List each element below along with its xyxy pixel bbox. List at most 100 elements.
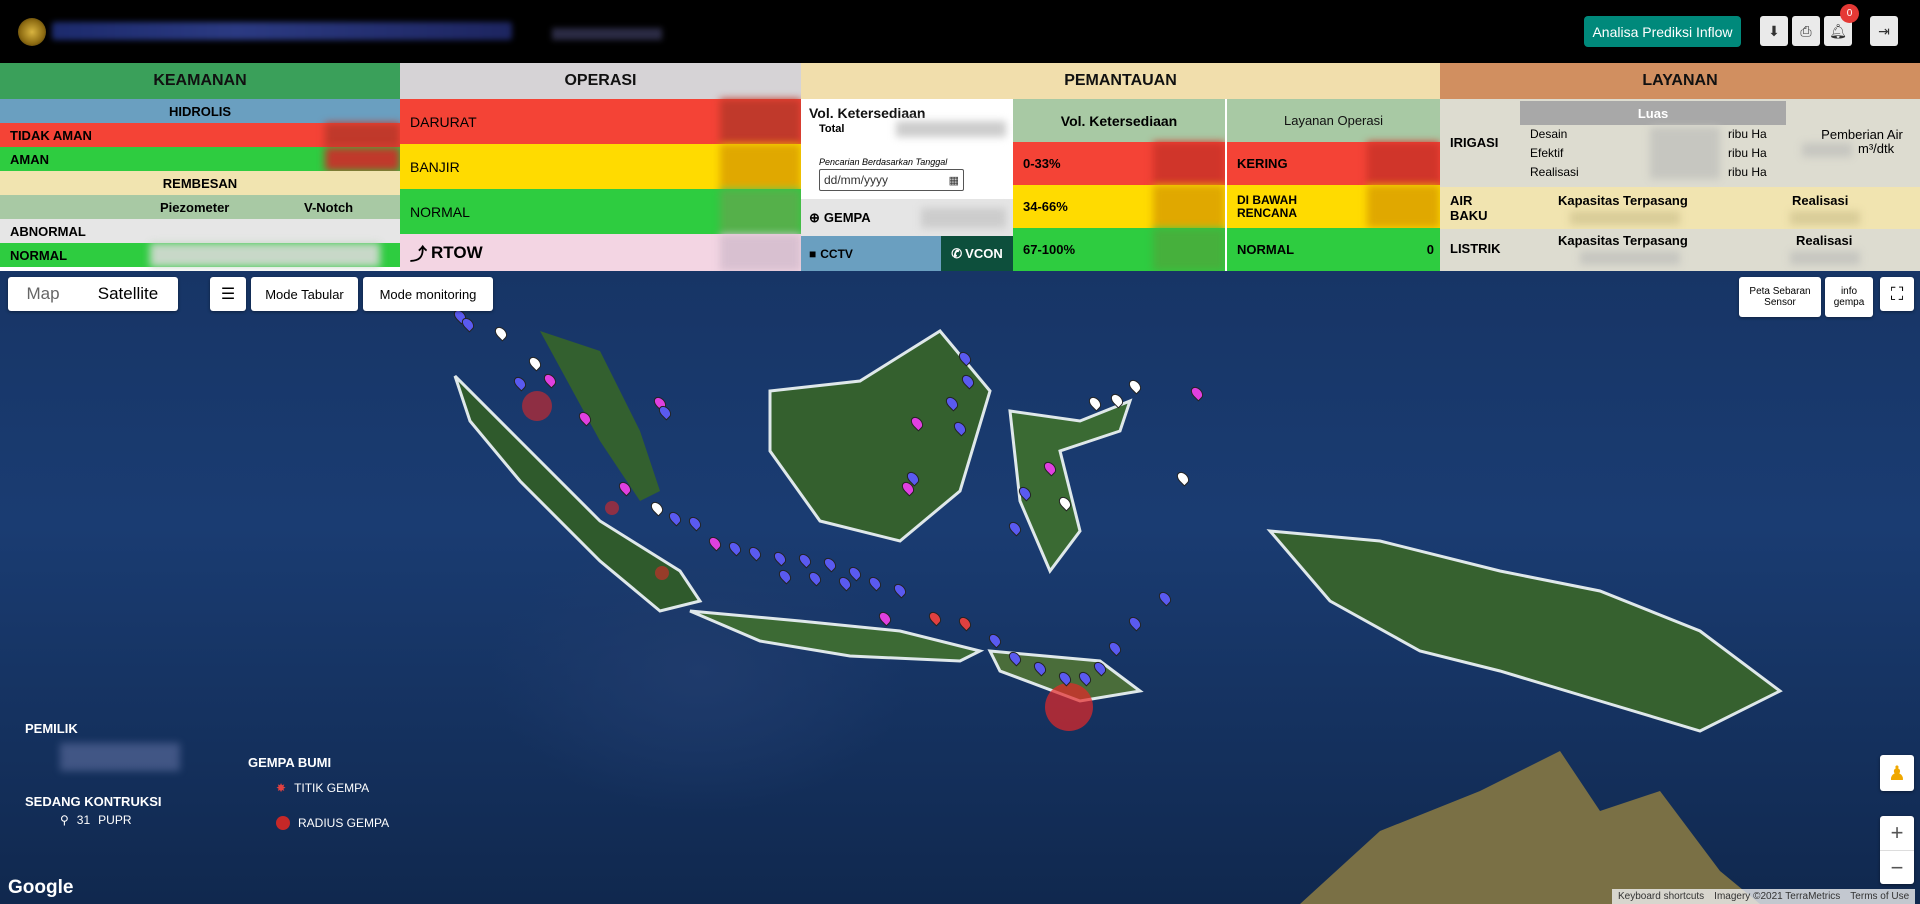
piezometer-label: Piezometer	[160, 199, 230, 215]
range-0-33-value	[1153, 142, 1225, 185]
gempa-row[interactable]: ⊕ GEMPA	[801, 199, 1013, 236]
operasi-panel: OPERASI DARURAT BANJIR NORMAL ⤴ RTOW	[400, 63, 801, 271]
di-bawah-row[interactable]: DI BAWAH RENCANA	[1227, 185, 1440, 228]
analisa-prediksi-inflow-button[interactable]: Analisa Prediksi Inflow	[1584, 16, 1741, 47]
map-area[interactable]: Map Satellite ☰ Mode Tabular Mode monito…	[0, 271, 1920, 904]
pin-icon: ⚲	[60, 813, 69, 827]
desain-label: Desain	[1530, 127, 1568, 141]
rtow-label: RTOW	[431, 242, 483, 262]
listrik-realisasi-label: Realisasi	[1796, 233, 1853, 248]
layanan-normal-row[interactable]: NORMAL 0	[1227, 228, 1440, 271]
realisasi-label: Realisasi	[1530, 165, 1579, 179]
app-title-blurred	[52, 22, 512, 40]
map-type-map[interactable]: Map	[8, 277, 78, 311]
phone-icon: ✆	[951, 245, 963, 261]
range-0-33-row[interactable]: 0-33%	[1013, 142, 1225, 185]
logout-icon[interactable]: ⇥	[1870, 16, 1898, 46]
layanan-normal-value: 0	[1426, 242, 1434, 257]
legend-sedang-konstruksi: SEDANG KONTRUKSI	[25, 794, 162, 809]
logo	[18, 18, 46, 46]
download-icon[interactable]: ⬇	[1760, 16, 1788, 46]
darurat-value	[720, 99, 801, 144]
map-type-satellite[interactable]: Satellite	[78, 277, 178, 311]
operasi-title: OPERASI	[400, 63, 801, 99]
listrik-kapasitas-value	[1580, 251, 1680, 265]
gempa-radius[interactable]	[605, 501, 619, 515]
zoom-in-icon[interactable]: +	[1880, 816, 1914, 850]
range-67-100-row[interactable]: 67-100%	[1013, 228, 1225, 271]
kering-row[interactable]: KERING	[1227, 142, 1440, 185]
gempa-radius[interactable]	[655, 566, 669, 580]
print-icon[interactable]: ⎙	[1792, 16, 1820, 46]
listrik-section: LISTRIK Kapasitas Terpasang Realisasi	[1440, 229, 1920, 271]
range-0-33-label: 0-33%	[1023, 156, 1061, 171]
irigasi-label: IRIGASI	[1450, 135, 1499, 150]
hamburger-icon[interactable]: ☰	[210, 277, 246, 311]
normal-value	[150, 243, 380, 267]
gempa-radius[interactable]	[1045, 683, 1093, 731]
range-67-100-label: 67-100%	[1023, 242, 1076, 257]
pemantauan-panel: PEMANTAUAN Vol. Ketersediaan Total Penca…	[801, 63, 1440, 271]
legend-sedang-count: 31	[76, 813, 91, 827]
mode-monitoring-button[interactable]: Mode monitoring	[363, 277, 493, 311]
pegman-icon[interactable]: ♟	[1880, 755, 1914, 791]
abnormal-row[interactable]: ABNORMAL	[0, 219, 400, 243]
cctv-button[interactable]: ■ CCTV	[801, 236, 941, 271]
island-papua	[1266, 529, 1783, 733]
info-gempa-button[interactable]: info gempa	[1825, 277, 1873, 317]
map-type-toggle: Map Satellite	[8, 277, 178, 311]
layanan-operasi-header: Layanan Operasi	[1227, 99, 1440, 142]
chart-line-icon: ⤴	[410, 245, 427, 264]
listrik-label: LISTRIK	[1450, 241, 1501, 256]
peta-sebaran-sensor-button[interactable]: Peta Sebaran Sensor	[1739, 277, 1821, 317]
rembesan-header: REMBESAN	[0, 171, 400, 195]
banjir-row[interactable]: BANJIR	[400, 144, 801, 189]
zoom-out-icon[interactable]: −	[1880, 850, 1914, 884]
fullscreen-icon[interactable]: ⛶	[1880, 277, 1914, 311]
legend-pemilik-items	[60, 743, 180, 771]
air-baku-realisasi-value	[1790, 211, 1860, 225]
terms-of-use-link[interactable]: Terms of Use	[1850, 891, 1909, 902]
legend-titik-gempa: ✸ TITIK GEMPA	[276, 781, 369, 795]
operasi-normal-row[interactable]: NORMAL	[400, 189, 801, 234]
layanan-title: LAYANAN	[1440, 63, 1920, 99]
legend-titik-label: TITIK GEMPA	[294, 781, 370, 795]
darurat-row[interactable]: DARURAT	[400, 99, 801, 144]
normal-row[interactable]: NORMAL	[0, 243, 400, 267]
vnotch-label: V-Notch	[304, 199, 354, 215]
top-bar: Analisa Prediksi Inflow ⬇ ⎙ 🔔︎ 0 ⇥	[0, 0, 1920, 63]
mode-tabular-button[interactable]: Mode Tabular	[251, 277, 358, 311]
rtow-row[interactable]: ⤴ RTOW	[400, 234, 801, 271]
keamanan-title: KEAMANAN	[0, 63, 400, 99]
range-34-66-row[interactable]: 34-66%	[1013, 185, 1225, 228]
legend-sedang-item: ⚲ 31 PUPR	[60, 813, 132, 827]
imagery-credit: Imagery ©2021 TerraMetrics	[1714, 891, 1841, 902]
gempa-label: GEMPA	[823, 210, 871, 225]
vol-header: Vol. Ketersediaan	[1013, 99, 1225, 142]
vol-ketersediaan-title: Vol. Ketersediaan	[809, 105, 926, 121]
zoom-control: + −	[1880, 816, 1914, 884]
date-input-placeholder: dd/mm/yyyy	[824, 173, 889, 187]
pemberian-air-unit: m³/dtk	[1858, 141, 1895, 156]
date-search-label: Pencarian Berdasarkan Tanggal	[819, 157, 948, 167]
aman-row[interactable]: AMAN	[0, 147, 400, 171]
abnormal-label: ABNORMAL	[10, 223, 86, 239]
tidak-aman-row[interactable]: TIDAK AMAN	[0, 123, 400, 147]
kering-label: KERING	[1237, 156, 1288, 171]
gempa-value	[921, 207, 1006, 228]
rtow-value	[720, 234, 801, 271]
tidak-aman-label: TIDAK AMAN	[10, 127, 92, 143]
calendar-icon[interactable]: ▦	[949, 174, 959, 187]
date-input[interactable]: dd/mm/yyyy ▦	[819, 169, 964, 191]
vcon-button[interactable]: ✆ VCON	[941, 236, 1013, 271]
cctv-label: CCTV	[820, 246, 853, 261]
layanan-normal-label: NORMAL	[1237, 242, 1295, 257]
map-landmass	[453, 329, 1783, 904]
range-34-66-label: 34-66%	[1023, 199, 1068, 214]
di-bawah-label: DI BAWAH RENCANA	[1237, 192, 1297, 220]
gempa-radius[interactable]	[522, 391, 552, 421]
island-sulawesi	[1008, 398, 1133, 574]
keyboard-shortcuts-link[interactable]: Keyboard shortcuts	[1618, 891, 1704, 902]
efektif-unit: ribu Ha	[1728, 146, 1767, 160]
di-bawah-value	[1367, 185, 1440, 228]
